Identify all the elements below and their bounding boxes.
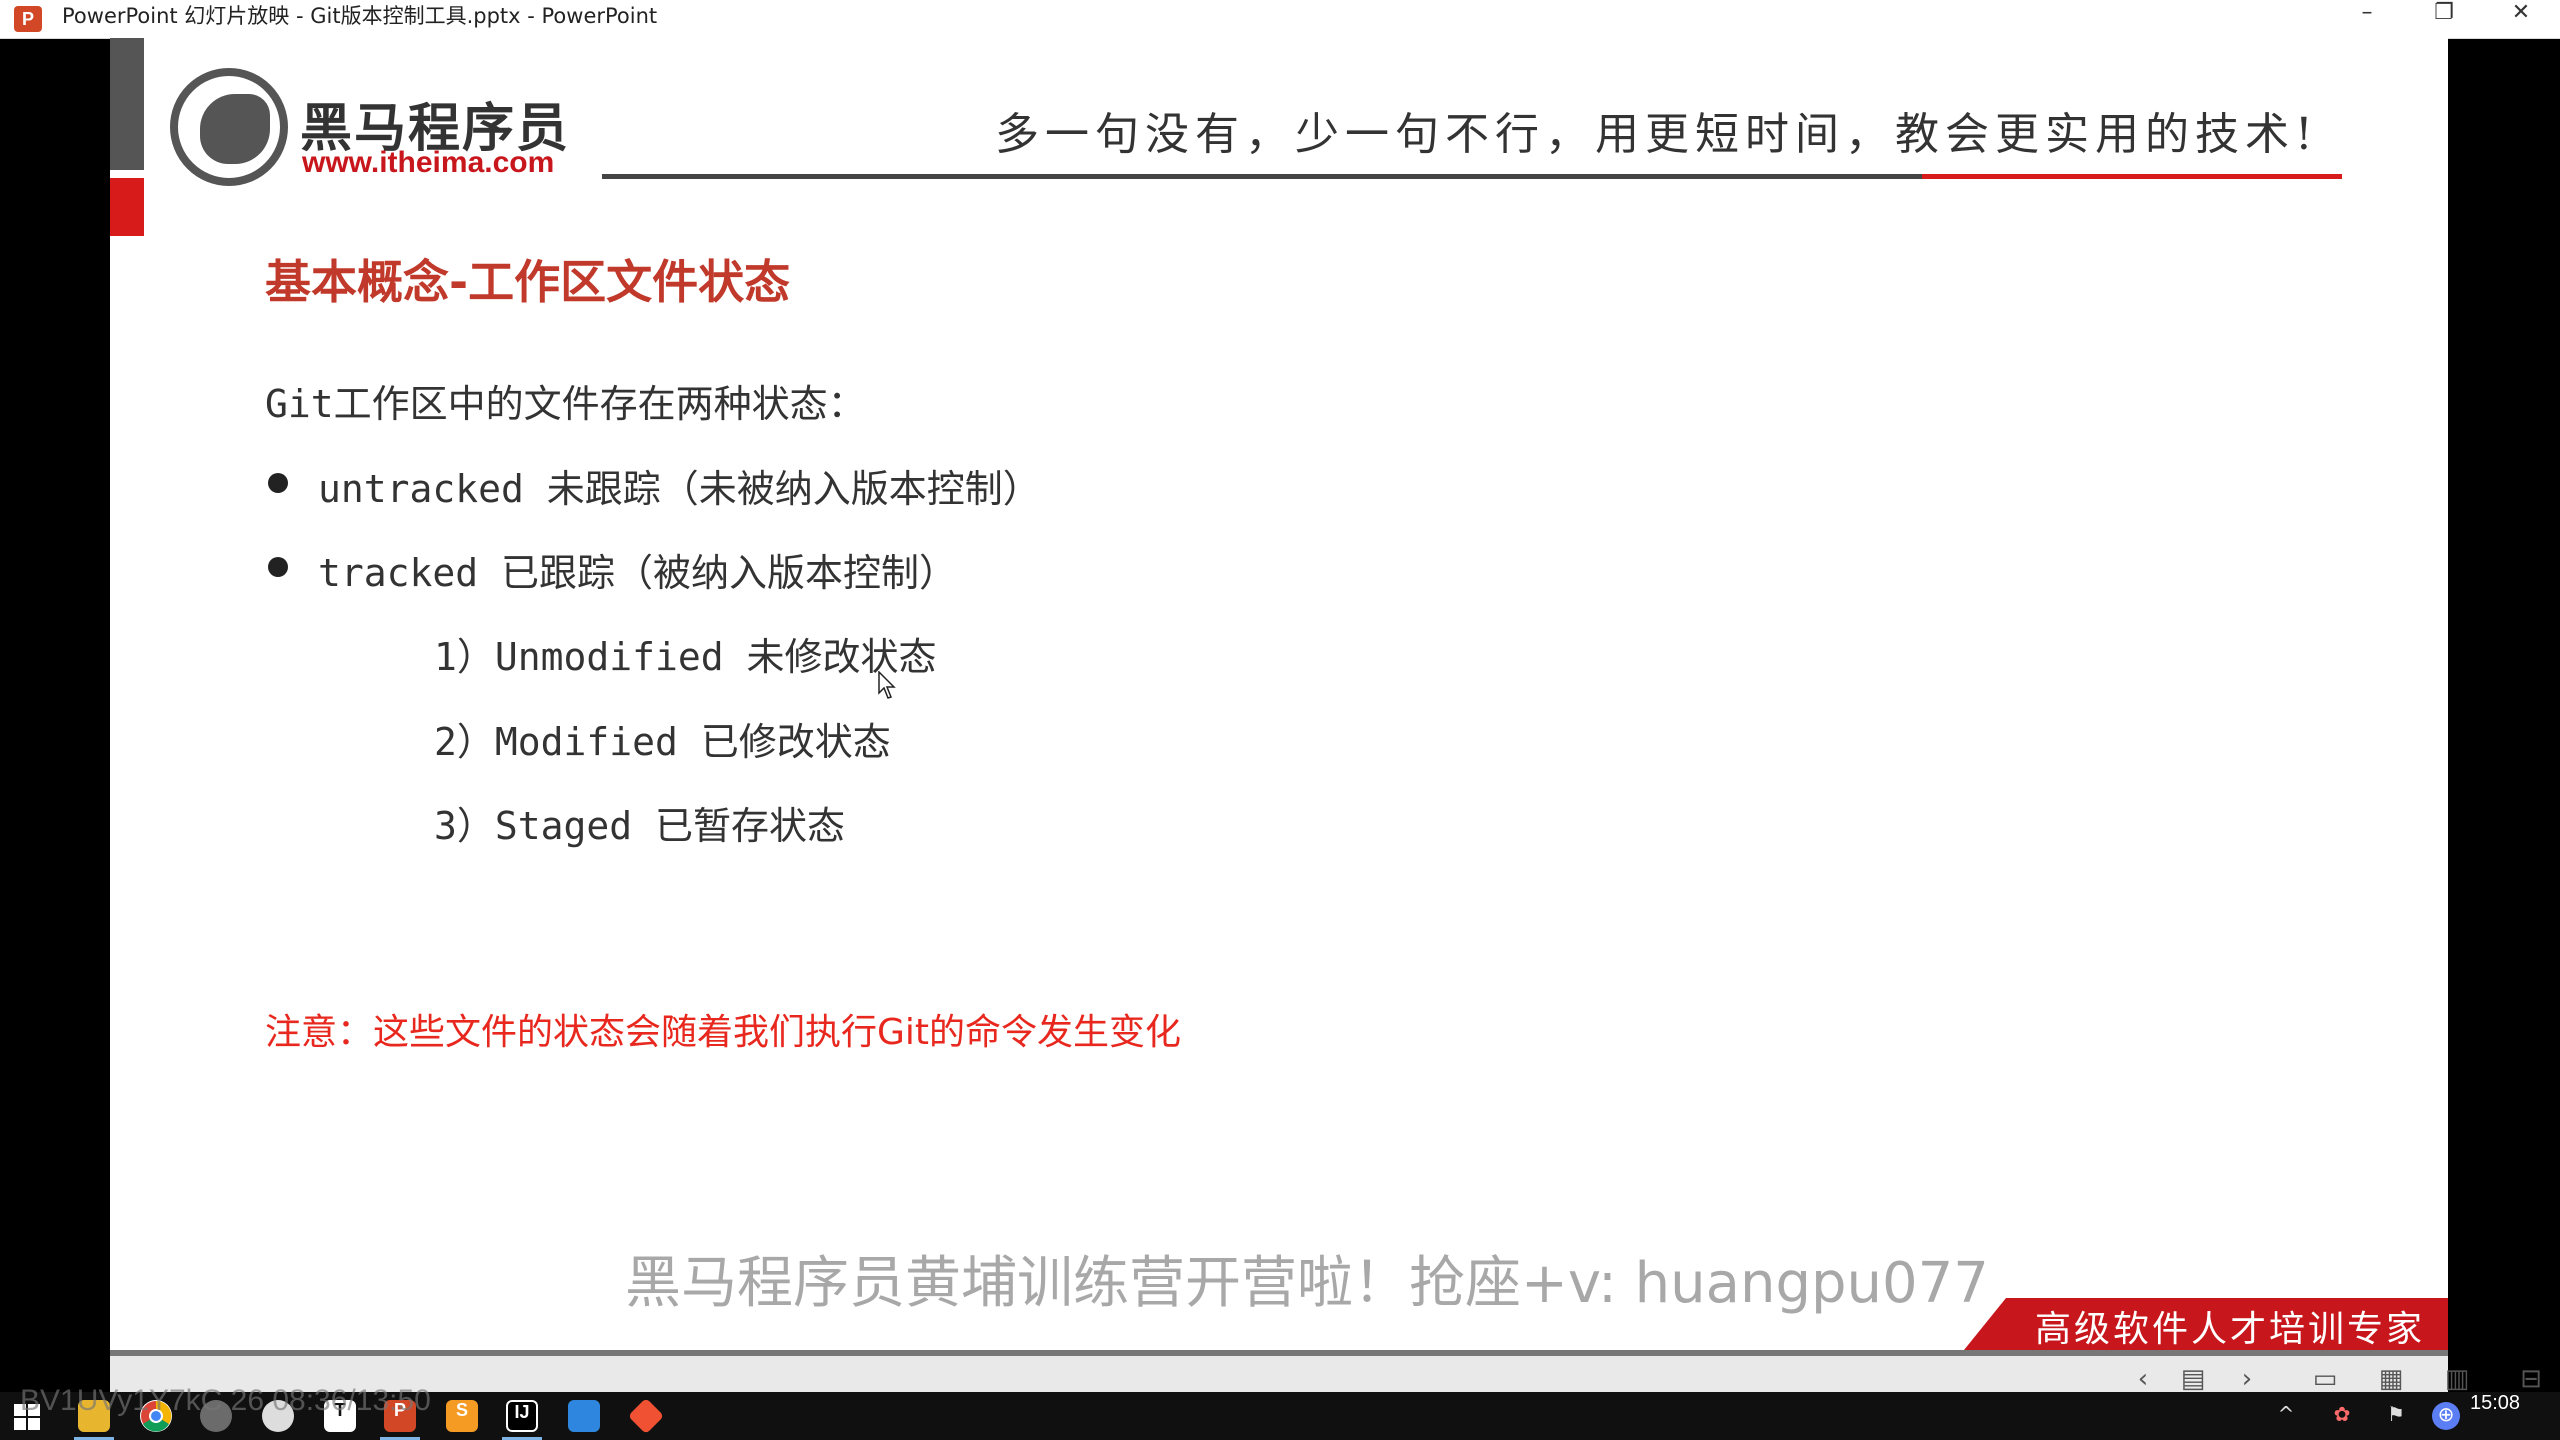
slide-canvas[interactable]: 黑马程序员 www.itheima.com 多一句没有，少一句不行，用更短时间，… [110, 38, 2448, 1350]
minimize-button[interactable]: – [2328, 0, 2406, 38]
note-text: 注意：这些文件的状态会随着我们执行Git的命令发生变化 [265, 1012, 1182, 1053]
slideshow-view-button[interactable]: ⊟ [2514, 1364, 2548, 1394]
tray-bookmark-icon[interactable]: ⚑ [2382, 1402, 2410, 1430]
decor-bar-gray [110, 38, 144, 170]
tray-app-icon[interactable]: ✿ [2328, 1402, 2356, 1430]
slide-menu-button[interactable]: ▤ [2178, 1364, 2208, 1394]
window-title-bar: P PowerPoint 幻灯片放映 - Git版本控制工具.pptx - Po… [0, 0, 2560, 39]
header-divider [602, 174, 1922, 179]
sorter-view-button[interactable]: ▦ [2374, 1364, 2408, 1394]
slide-slogan: 多一句没有，少一句不行，用更短时间，教会更实用的技术! [995, 109, 2319, 160]
app-window-icon[interactable] [568, 1400, 600, 1432]
window-title: PowerPoint 幻灯片放映 - Git版本控制工具.pptx - Powe… [62, 4, 658, 28]
tray-input-icon[interactable]: ⊕ [2432, 1402, 2460, 1430]
bullet-item: tracked 已跟踪（被纳入版本控制） [318, 551, 958, 595]
bullet-icon [268, 557, 288, 577]
sub-item: 1）Unmodified 未修改状态 [434, 635, 937, 679]
intro-text: Git工作区中的文件存在两种状态： [265, 382, 866, 426]
slideshow-nav-bar: ‹ ▤ › ▭ ▦ ▥ ⊟ [110, 1350, 2542, 1398]
sublime-icon[interactable]: S [446, 1400, 478, 1432]
horse-logo-icon [200, 94, 270, 164]
taskbar-clock[interactable]: 15:08 [2470, 1392, 2520, 1440]
badge-text: 高级软件人才培训专家 [2035, 1309, 2426, 1350]
restore-button[interactable]: ❐ [2405, 0, 2483, 38]
bullet-item: untracked 未跟踪（未被纳入版本控制） [318, 467, 1041, 511]
tray-expand-icon[interactable]: ^ [2272, 1402, 2300, 1430]
slide-title: 基本概念-工作区文件状态 [265, 255, 791, 309]
sub-item: 2）Modified 已修改状态 [434, 720, 891, 764]
itheima-logo-icon [170, 68, 288, 186]
next-slide-button[interactable]: › [2232, 1364, 2262, 1394]
header-divider-accent [1922, 174, 2342, 179]
normal-view-button[interactable]: ▭ [2308, 1364, 2342, 1394]
powerpoint-app-icon: P [14, 6, 42, 32]
sub-item: 3）Staged 已暂存状态 [434, 804, 846, 848]
intellij-icon[interactable]: IJ [506, 1400, 538, 1432]
prev-slide-button[interactable]: ‹ [2128, 1364, 2158, 1394]
promo-watermark: 黑马程序员黄埔训练营开营啦！抢座+v: huangpu077 [625, 1251, 1989, 1316]
git-icon[interactable] [627, 1397, 665, 1435]
close-button[interactable]: ✕ [2482, 0, 2560, 38]
reading-view-button[interactable]: ▥ [2440, 1364, 2474, 1394]
mouse-cursor-icon [878, 671, 896, 699]
logo-url: www.itheima.com [302, 146, 555, 179]
decor-bar-red [110, 178, 144, 236]
bullet-icon [268, 473, 288, 493]
video-overlay-id: BV1UVy1Y7kC 26 08:36/13:50 [20, 1384, 431, 1417]
